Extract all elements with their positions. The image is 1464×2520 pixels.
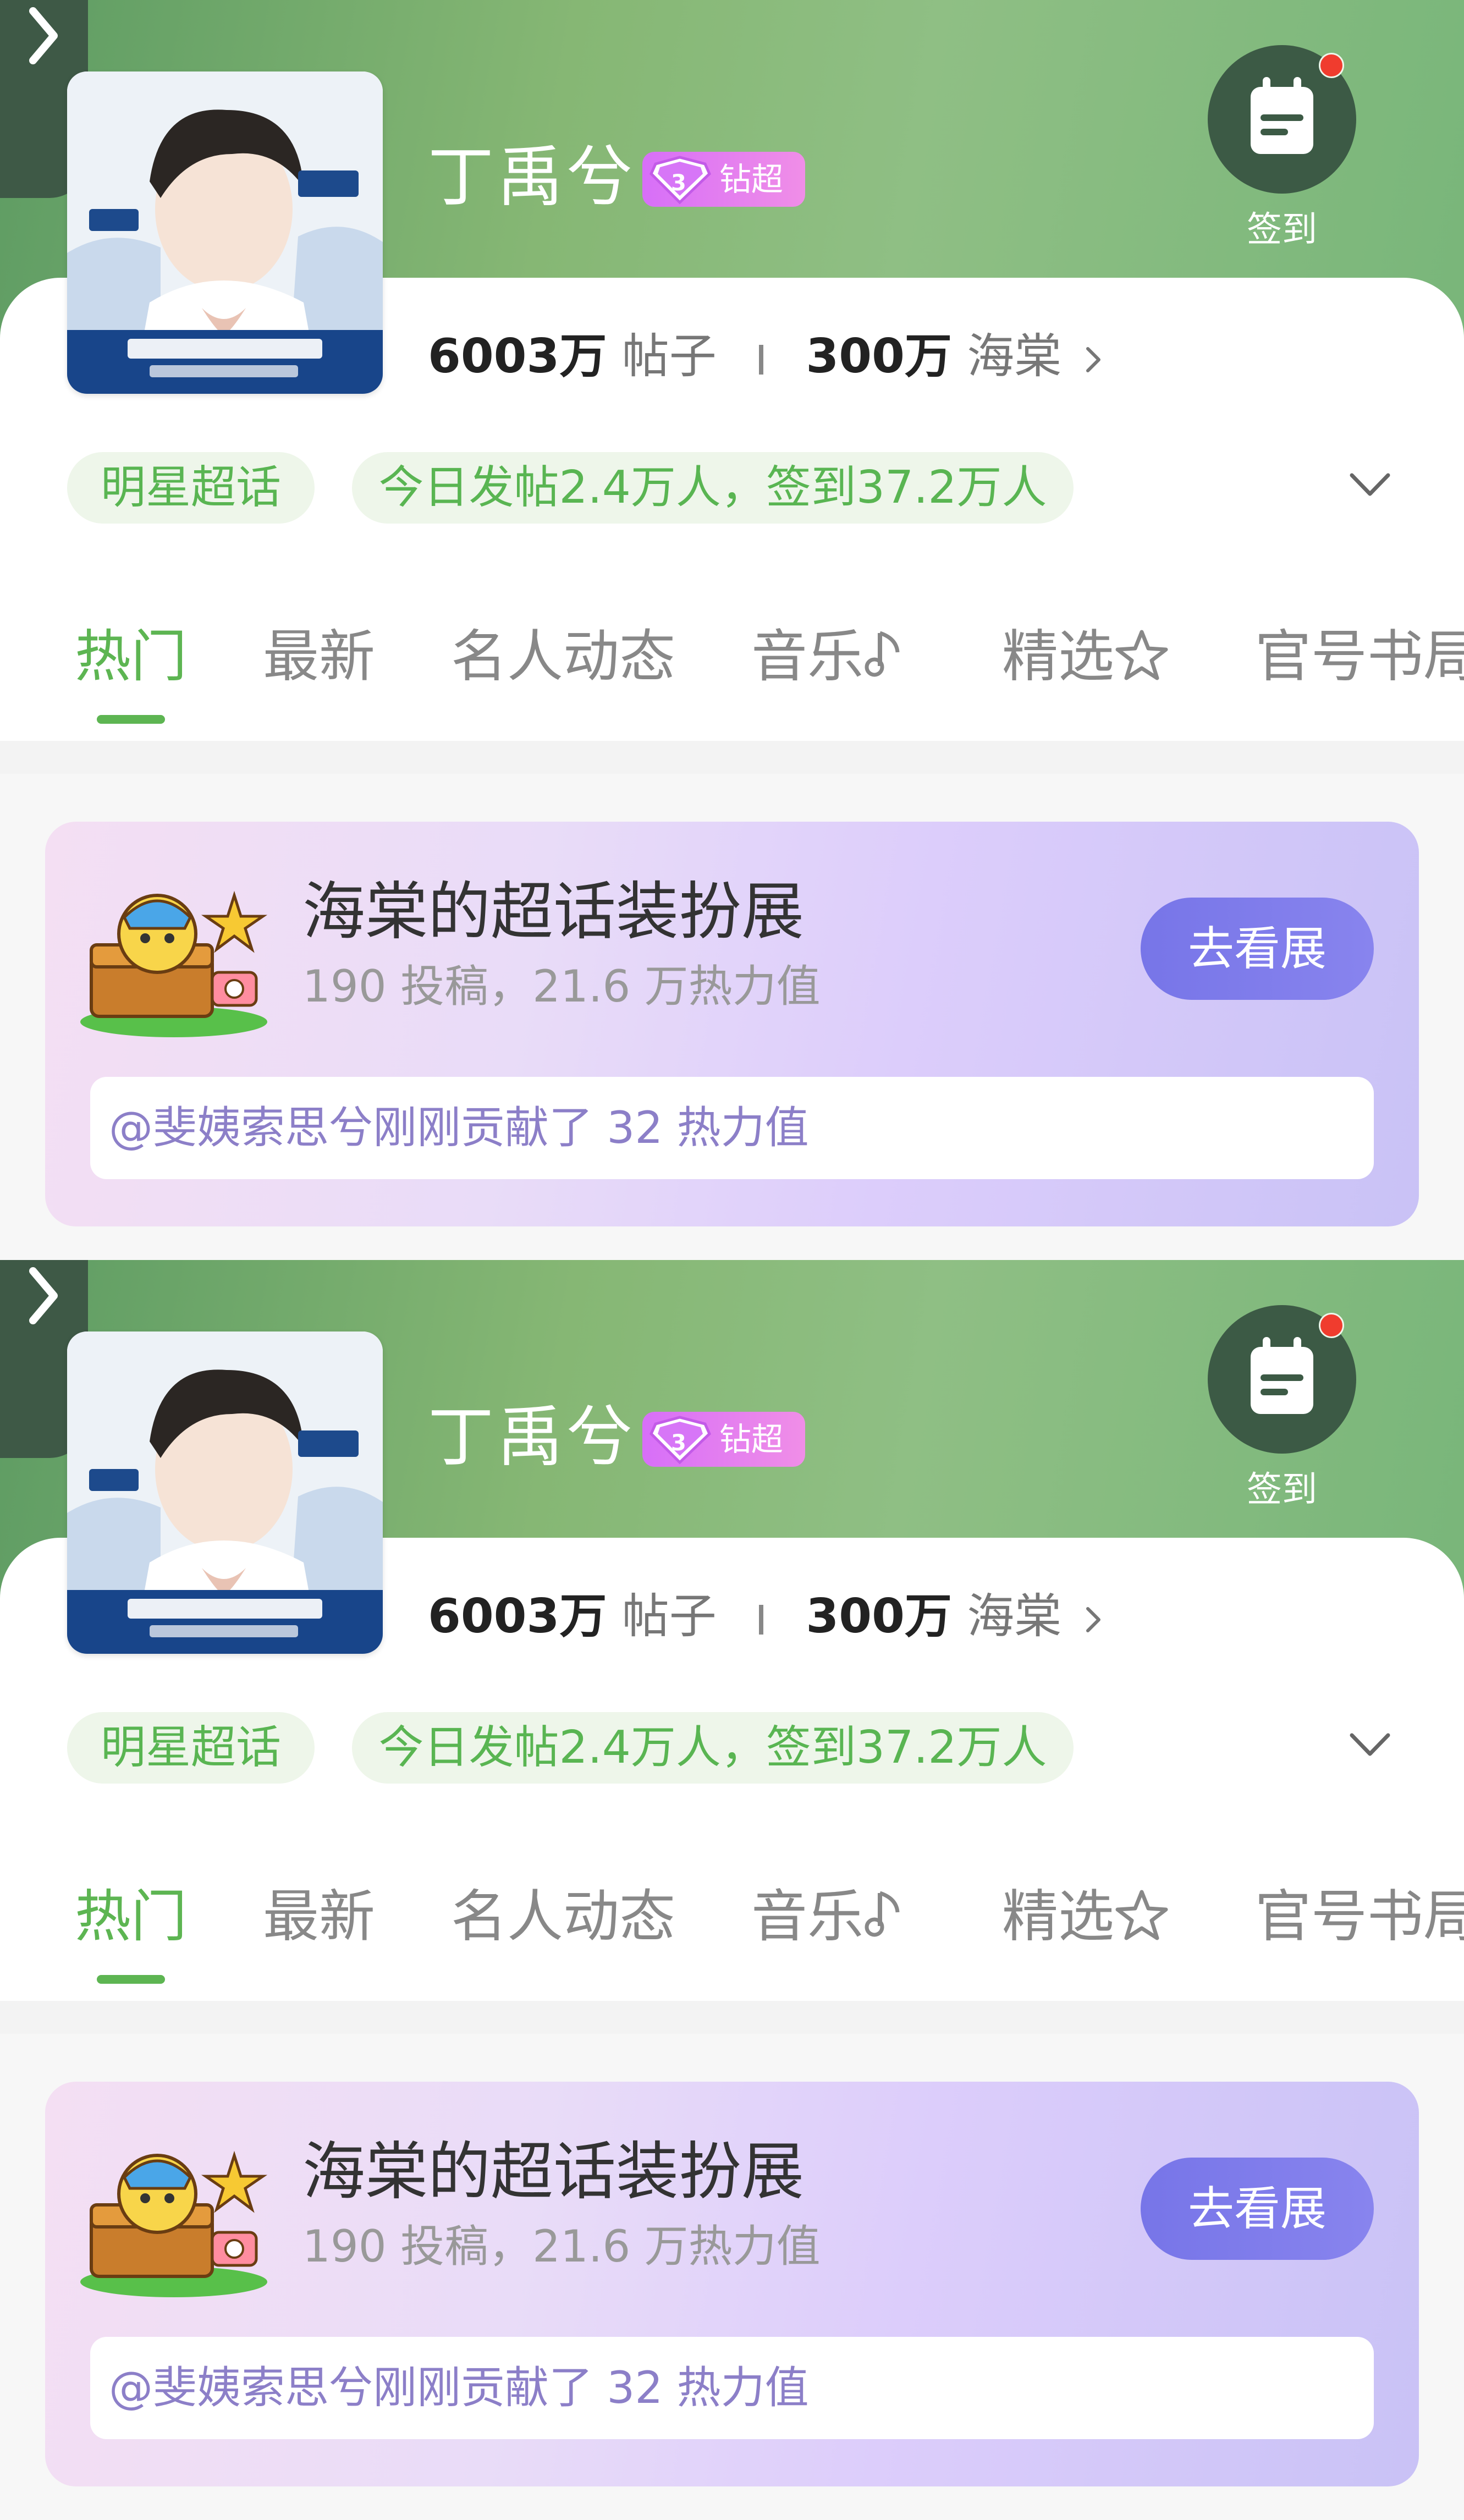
mascot-treasure-chest-icon — [80, 890, 268, 1037]
topic-stats: 6003万 帖子 300万 海棠 — [428, 329, 1104, 384]
diamond-super-badge[interactable]: 3 钻超 — [642, 1412, 805, 1467]
exhibit-title: 海棠的超话装扮展 — [302, 875, 805, 948]
exhibit-stats: 190 投稿，21.6 万热力值 — [302, 961, 821, 1012]
chevron-right-icon[interactable] — [1082, 343, 1104, 376]
exhibit-title: 海棠的超话装扮展 — [302, 2135, 805, 2208]
tab-music[interactable]: 音乐 — [751, 621, 907, 693]
tab-featured-label: 精选 — [1002, 1884, 1114, 1950]
chevron-down-icon[interactable] — [1347, 1729, 1393, 1762]
poster-illustration — [67, 71, 383, 394]
section-divider — [0, 741, 1464, 774]
section-divider — [0, 2001, 1464, 2034]
exhibit-stats: 190 投稿，21.6 万热力值 — [302, 2221, 821, 2272]
exhibit-card[interactable]: 海棠的超话装扮展 190 投稿，21.6 万热力值 去看展 @斐姨索思兮刚刚贡献… — [45, 822, 1419, 1226]
tab-latest[interactable]: 最新 — [263, 1881, 375, 1953]
chevron-right-icon — [29, 1267, 58, 1324]
category-chip[interactable]: 明星超话 — [67, 1712, 315, 1784]
topic-stats: 6003万 帖子 300万 海棠 — [428, 1589, 1104, 1644]
chevron-right-icon[interactable] — [1082, 1603, 1104, 1636]
music-note-icon — [865, 1891, 900, 1937]
topic-cover-image[interactable] — [67, 71, 383, 394]
diamond-icon: 3 — [650, 1416, 711, 1465]
notification-dot — [1319, 1313, 1344, 1338]
tab-latest[interactable]: 最新 — [263, 621, 375, 693]
tab-celebrity[interactable]: 名人动态 — [451, 621, 675, 693]
checkin-label[interactable]: 签到 — [1208, 208, 1356, 252]
checkin-label[interactable]: 签到 — [1208, 1468, 1356, 1512]
tab-music-label: 音乐 — [751, 1884, 863, 1950]
topic-cover-image[interactable] — [67, 1331, 383, 1654]
badge-label: 钻超 — [719, 161, 784, 198]
star-icon — [1115, 1890, 1168, 1940]
contribution-text: @斐姨索思兮刚刚贡献了 32 热力值 — [109, 1102, 809, 1153]
active-tab-indicator — [97, 715, 165, 724]
diamond-icon: 3 — [650, 156, 711, 205]
tab-music[interactable]: 音乐 — [751, 1881, 907, 1953]
category-chip[interactable]: 明星超话 — [67, 452, 315, 524]
posts-count: 6003万 — [428, 1589, 607, 1644]
music-note-icon — [865, 631, 900, 677]
topic-page-duplicate: 丁禹兮 3 钻超 签到 6003万 帖子 300万 海棠 明星超话 今日发帖2.… — [0, 1260, 1464, 2520]
poster-illustration — [67, 1331, 383, 1654]
notification-dot — [1319, 53, 1344, 78]
fans-label[interactable]: 海棠 — [967, 1589, 1061, 1644]
tab-official-books[interactable]: 官号书局 — [1255, 621, 1464, 693]
tab-hot[interactable]: 热门 — [75, 621, 187, 693]
tab-featured[interactable]: 精选 — [1002, 1881, 1169, 1953]
svg-text:3: 3 — [671, 1430, 686, 1456]
view-exhibit-button[interactable]: 去看展 — [1141, 2158, 1374, 2260]
posts-count: 6003万 — [428, 329, 607, 384]
contribution-text: @斐姨索思兮刚刚贡献了 32 热力值 — [109, 2362, 809, 2413]
topic-title: 丁禹兮 — [428, 139, 636, 216]
stats-divider — [759, 344, 764, 375]
badge-label: 钻超 — [719, 1421, 784, 1458]
fans-label[interactable]: 海棠 — [967, 329, 1061, 384]
mascot-treasure-chest-icon — [80, 2150, 268, 2297]
tab-celebrity[interactable]: 名人动态 — [451, 1881, 675, 1953]
svg-text:3: 3 — [671, 170, 686, 196]
activity-chip[interactable]: 今日发帖2.4万人，签到37.2万人 — [352, 452, 1074, 524]
tab-music-label: 音乐 — [751, 624, 863, 690]
chevron-right-icon — [29, 7, 58, 64]
posts-label: 帖子 — [621, 329, 717, 384]
topic-page: 丁禹兮 3 钻超 签到 6003万 帖子 300万 海棠 明星超话 今日发帖2.… — [0, 0, 1464, 1260]
tab-official-books[interactable]: 官号书局 — [1255, 1881, 1464, 1953]
stats-divider — [759, 1604, 764, 1635]
tab-featured-label: 精选 — [1002, 624, 1114, 690]
tab-featured[interactable]: 精选 — [1002, 621, 1169, 693]
exhibit-card[interactable]: 海棠的超话装扮展 190 投稿，21.6 万热力值 去看展 @斐姨索思兮刚刚贡献… — [45, 2082, 1419, 2486]
fans-count[interactable]: 300万 — [806, 1589, 952, 1644]
contribution-feed: @斐姨索思兮刚刚贡献了 32 热力值 — [90, 2337, 1374, 2439]
view-exhibit-button[interactable]: 去看展 — [1141, 898, 1374, 1000]
fans-count[interactable]: 300万 — [806, 329, 952, 384]
contribution-feed: @斐姨索思兮刚刚贡献了 32 热力值 — [90, 1077, 1374, 1179]
topic-title: 丁禹兮 — [428, 1399, 636, 1476]
star-icon — [1115, 630, 1168, 680]
diamond-super-badge[interactable]: 3 钻超 — [642, 152, 805, 207]
posts-label: 帖子 — [621, 1589, 717, 1644]
tab-hot[interactable]: 热门 — [75, 1881, 187, 1953]
chevron-down-icon[interactable] — [1347, 469, 1393, 502]
activity-chip[interactable]: 今日发帖2.4万人，签到37.2万人 — [352, 1712, 1074, 1784]
active-tab-indicator — [97, 1975, 165, 1984]
